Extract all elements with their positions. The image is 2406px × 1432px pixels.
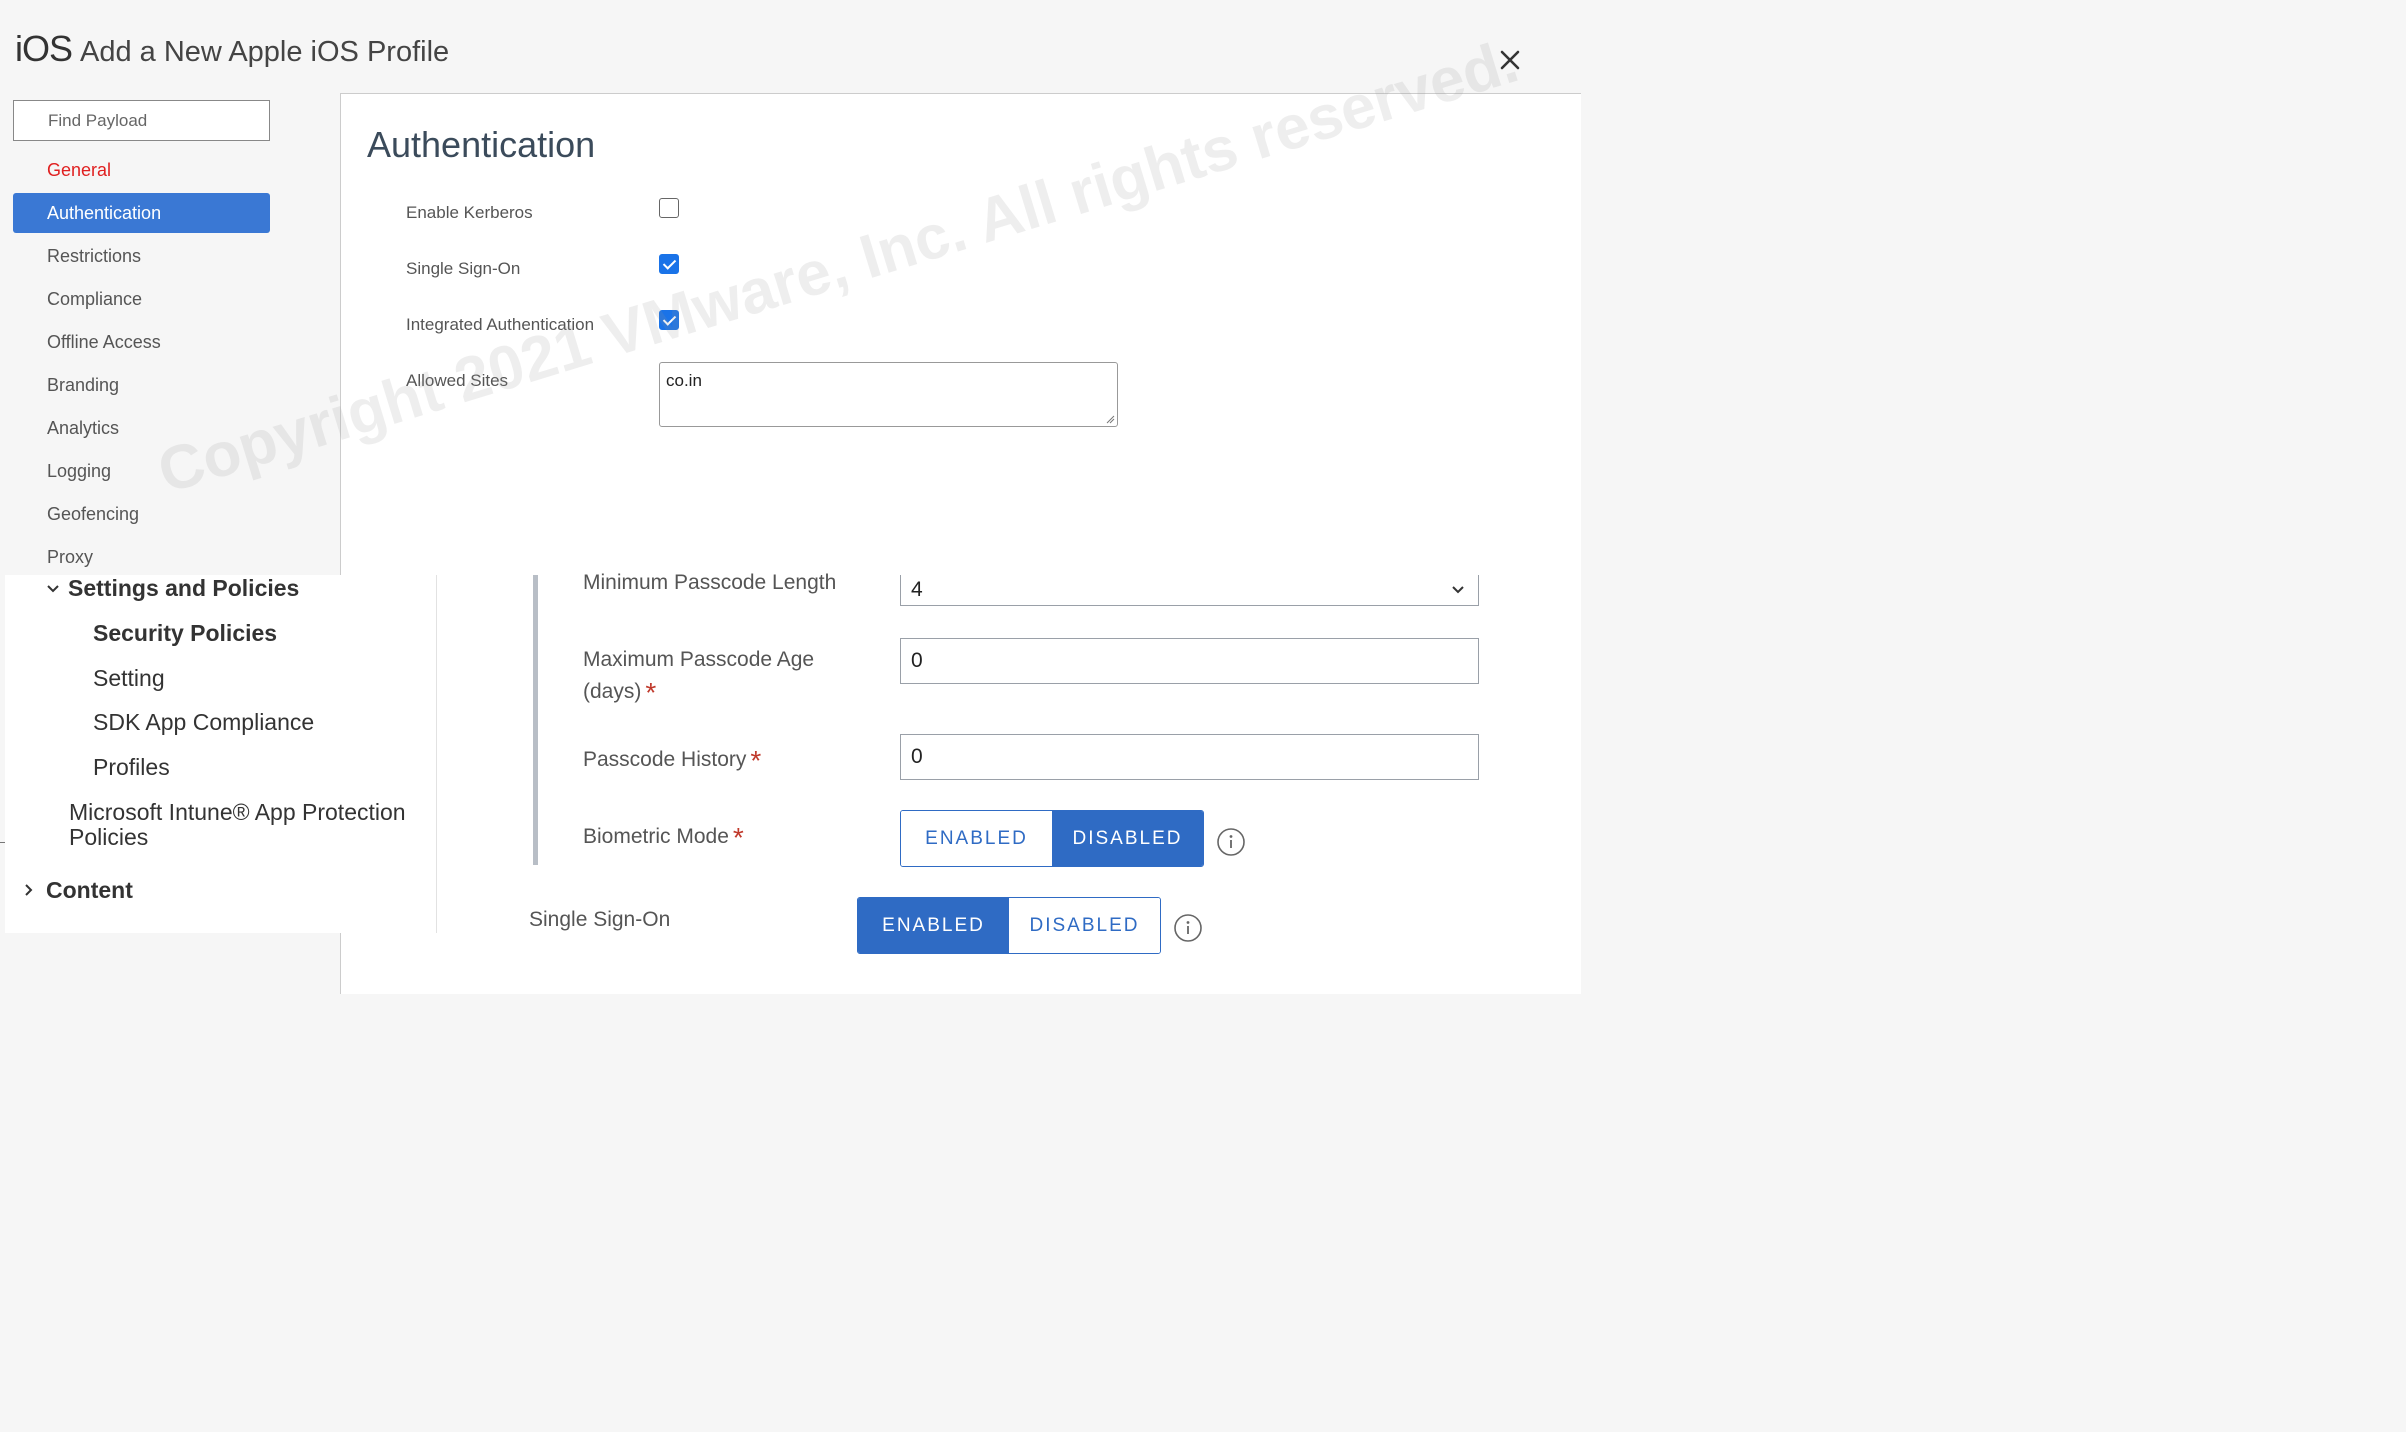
divider [0,842,5,843]
nav-item-compliance[interactable]: Compliance [13,279,270,319]
biometric-mode-label: Biometric Mode * [583,819,744,853]
info-icon[interactable] [1173,913,1203,943]
integrated-authentication-checkbox[interactable] [659,310,679,330]
sso-toggle: ENABLED DISABLED [857,897,1161,954]
nav-item-authentication[interactable]: Authentication [13,193,270,233]
integrated-authentication-label: Integrated Authentication [406,315,595,334]
panel-title: Authentication [367,124,596,165]
min-passcode-length-label: Minimum Passcode Length [583,571,837,594]
biometric-enabled-button[interactable]: ENABLED [901,811,1052,866]
close-icon [1500,50,1520,70]
nav-item-offline-access[interactable]: Offline Access [13,322,270,362]
sso-label: Single Sign-On [529,908,671,931]
biometric-disabled-button[interactable]: DISABLED [1052,811,1203,866]
required-mark: * [750,745,762,776]
biometric-mode-label-text: Biometric Mode [583,825,729,848]
chevron-down-icon[interactable] [46,582,60,596]
payload-nav: General Authentication Restrictions Comp… [13,150,270,580]
settings-inset: Settings and Policies Security Policies … [5,571,1568,954]
nav-item-geofencing[interactable]: Geofencing [13,494,270,534]
tree-security-policies[interactable]: Security Policies [93,620,277,647]
find-payload-input[interactable] [13,100,270,141]
enable-kerberos-label: Enable Kerberos [406,203,533,222]
nav-item-proxy[interactable]: Proxy [13,537,270,577]
max-passcode-age-input[interactable] [900,638,1479,684]
single-sign-on-label: Single Sign-On [406,259,521,278]
page-header: iOS Add a New Apple iOS Profile [15,28,449,70]
tree-sdk-app-compliance[interactable]: SDK App Compliance [93,709,314,736]
passcode-history-label-text: Passcode History [583,748,747,771]
passcode-history-input[interactable] [900,734,1479,780]
page-title: Add a New Apple iOS Profile [80,36,450,68]
enable-kerberos-checkbox[interactable] [659,198,679,218]
info-icon[interactable] [1216,827,1246,857]
nav-item-logging[interactable]: Logging [13,451,270,491]
min-passcode-length-select[interactable]: 4 [900,575,1479,606]
sso-enabled-button[interactable]: ENABLED [858,898,1009,953]
tree-content[interactable]: Content [46,877,133,904]
max-passcode-age-label-line1: Maximum Passcode Age [583,648,815,671]
resize-grip-icon[interactable] [1105,414,1115,424]
required-mark: * [732,822,744,853]
tree-intune-line2[interactable]: Policies [69,824,148,851]
single-sign-on-checkbox[interactable] [659,254,679,274]
biometric-mode-toggle: ENABLED DISABLED [900,810,1204,867]
required-mark: * [645,677,657,708]
inset-divider [436,575,437,933]
max-passcode-age-label-line2: (days) [583,680,642,703]
close-button[interactable] [1494,44,1526,76]
nav-item-analytics[interactable]: Analytics [13,408,270,448]
allowed-sites-label: Allowed Sites [406,371,509,390]
nav-item-general[interactable]: General [13,150,270,190]
nav-item-restrictions[interactable]: Restrictions [13,236,270,276]
sso-disabled-button[interactable]: DISABLED [1009,898,1160,953]
tree-profiles[interactable]: Profiles [93,754,170,781]
ios-logo: iOS [15,28,73,69]
max-passcode-age-label: Maximum Passcode Age (days) * [583,645,815,708]
chevron-right-icon[interactable] [22,883,36,897]
passcode-history-label: Passcode History * [583,742,762,776]
nav-item-branding[interactable]: Branding [13,365,270,405]
tree-intune-line1[interactable]: Microsoft Intune® App Protection [69,799,406,826]
tree-settings-and-policies[interactable]: Settings and Policies [68,575,299,602]
min-passcode-length-value: 4 [911,578,923,601]
inset-scroll-bar[interactable] [533,575,538,865]
chevron-down-icon [1452,586,1464,594]
tree-setting[interactable]: Setting [93,665,165,692]
allowed-sites-textarea[interactable]: co.in [659,362,1118,427]
